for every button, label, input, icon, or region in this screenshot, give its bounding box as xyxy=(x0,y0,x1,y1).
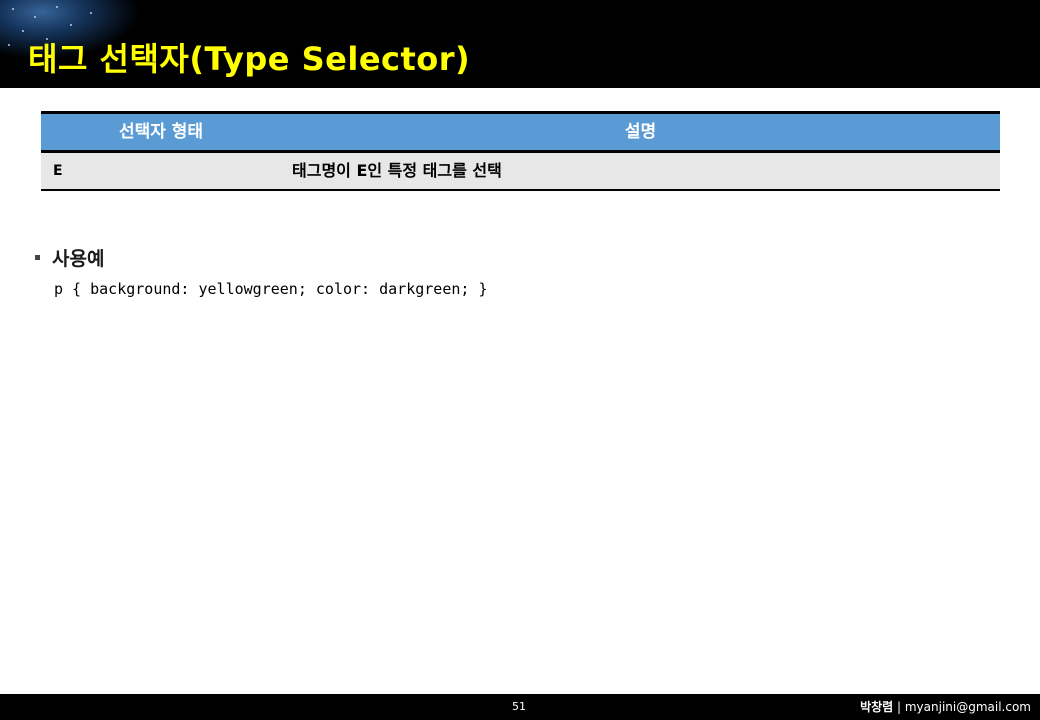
footer-bar: 51 박창렴 | myanjini@gmail.com xyxy=(0,694,1040,720)
page-number: 51 xyxy=(512,700,526,713)
author-email: myanjini@gmail.com xyxy=(904,700,1031,714)
table-cell-description: 태그명이 E인 특정 태그를 선택 xyxy=(292,161,502,180)
code-example: p { background: yellowgreen; color: dark… xyxy=(54,280,488,298)
author-name: 박창렴 xyxy=(860,700,894,714)
table-header-description: 설명 xyxy=(624,122,657,142)
table-bottom-rule xyxy=(41,189,1000,191)
page-title: 태그 선택자(Type Selector) xyxy=(28,40,471,78)
author-credit: 박창렴 | myanjini@gmail.com xyxy=(860,694,1031,720)
table-cell-selector: E xyxy=(53,163,63,179)
table-header-row: 선택자 형태 설명 xyxy=(41,114,1000,150)
author-separator: | xyxy=(893,700,905,714)
section-heading-text: 사용예 xyxy=(52,248,105,270)
table-row: E 태그명이 E인 특정 태그를 선택 xyxy=(41,153,1000,189)
title-bar: 태그 선택자(Type Selector) xyxy=(0,0,1040,88)
table-header-selector-form: 선택자 형태 xyxy=(118,122,204,142)
bullet-icon xyxy=(35,255,40,260)
section-heading: 사용예 xyxy=(35,246,104,272)
